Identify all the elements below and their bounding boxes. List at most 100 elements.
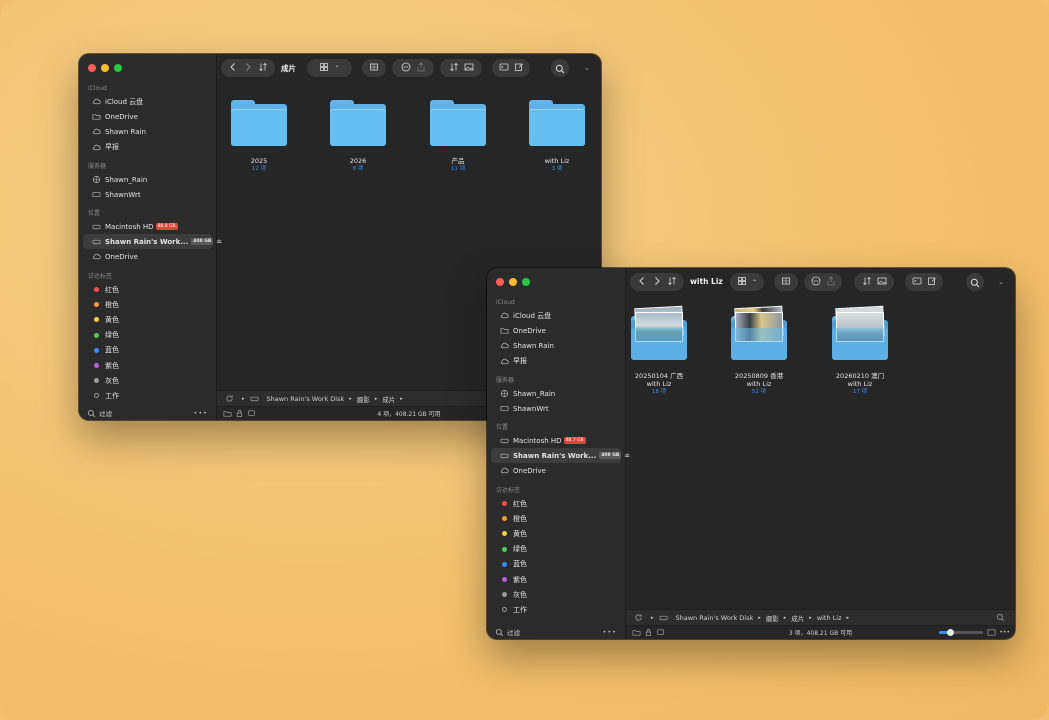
sidebar-item-icloud-drive[interactable]: iCloud 云盘 [83,94,212,109]
zoom-button[interactable] [522,278,530,286]
sidebar-tag-gray[interactable]: 灰色 [83,373,212,388]
chevron-right-icon[interactable] [652,276,662,288]
refresh-icon[interactable] [634,613,643,622]
group-button[interactable] [774,273,798,291]
sidebar-tag-gray[interactable]: 灰色 [491,587,621,602]
chevron-down-icon[interactable]: ⌄ [998,278,1004,286]
server-icon [500,389,509,398]
path-segment[interactable]: Shawn Rain's Work Disk [676,614,754,622]
lock-icon[interactable] [644,628,653,637]
sidebar-item-onedrive-location[interactable]: OneDrive [83,249,212,264]
folder-item[interactable]: 2026 8 项 [326,100,390,173]
sidebar-item-work-disk[interactable]: Shawn Rain's Work... 408 GB ⏏ [83,234,222,250]
sidebar-tag-blue[interactable]: 蓝色 [491,557,621,572]
icon-size-slider[interactable] [939,629,983,636]
image-icon[interactable] [877,276,887,288]
search-button[interactable] [966,273,984,291]
sidebar-tag-work[interactable]: 工作 [491,602,621,617]
comment-icon[interactable] [656,628,665,637]
comment-icon[interactable] [247,409,256,418]
sidebar-tag-green[interactable]: 绿色 [491,542,621,557]
path-segment[interactable]: with Liz [817,614,842,622]
sidebar-item-shawn-rain-server[interactable]: Shawn_Rain [83,172,212,187]
sidebar-item-zaobao[interactable]: 早报 [83,140,212,155]
close-button[interactable] [496,278,504,286]
lock-icon[interactable] [235,409,244,418]
sidebar-tag-blue[interactable]: 蓝色 [83,343,212,358]
group-grid-icon [369,62,379,74]
terminal-icon[interactable] [499,62,509,74]
chevron-left-icon[interactable] [637,276,647,288]
sidebar-item-shawn-rain[interactable]: Shawn Rain [83,124,212,139]
sort-icon[interactable] [258,62,268,74]
sidebar-item-onedrive[interactable]: OneDrive [491,323,621,338]
path-segment[interactable]: 成片 [382,394,395,404]
path-segment[interactable]: Shawn Rain's Work Disk [267,395,345,403]
image-icon[interactable] [464,62,474,74]
sidebar-item-onedrive[interactable]: OneDrive [83,109,212,124]
sidebar-item-work-disk[interactable]: Shawn Rain's Work... 408 GB ⏏ [491,448,630,464]
folder-item[interactable]: with Liz 3 项 [525,100,589,173]
group-button[interactable] [362,59,386,77]
more-icon[interactable] [811,276,821,288]
sidebar-item-zaobao[interactable]: 早报 [491,354,621,369]
close-button[interactable] [88,64,96,72]
path-search-icon[interactable] [996,613,1005,622]
chevron-down-icon[interactable]: ⌄ [584,64,590,72]
edit-icon[interactable] [514,62,524,74]
tag-dot-icon [500,514,509,523]
terminal-icon[interactable] [912,276,922,288]
minimize-button[interactable] [101,64,109,72]
sidebar-tag-yellow[interactable]: 黄色 [83,312,212,327]
minimize-button[interactable] [509,278,517,286]
sidebar-item-shawn-rain-server[interactable]: Shawn_Rain [491,386,621,401]
sidebar-item-macintosh-hd[interactable]: Macintosh HD 88.8 GB [83,219,212,234]
photo-folder-item[interactable]: 20260210 澳门 with Liz 17 项 [829,305,891,396]
share-icon[interactable] [416,62,426,74]
new-folder-icon[interactable] [632,628,641,637]
sidebar-item-label: 工作 [105,391,119,400]
path-segment[interactable]: 摄影 [357,394,370,404]
filter-label[interactable]: 过滤 [507,627,520,637]
folder-item[interactable]: 2025 12 项 [227,100,291,173]
sort-icon[interactable] [667,276,677,288]
photo-folder-item[interactable]: 20250809 香港 with Liz 52 项 [728,305,790,396]
view-mode-button[interactable]: ⌃ [307,59,352,77]
path-segment[interactable]: 成片 [791,613,804,623]
sidebar-tag-yellow[interactable]: 黄色 [491,526,621,541]
chevron-right-icon[interactable] [243,62,253,74]
sidebar-tag-red[interactable]: 红色 [83,282,212,297]
sidebar-tag-purple[interactable]: 紫色 [83,358,212,373]
sidebar-item-shawnwrt[interactable]: ShawnWrt [491,401,621,416]
sidebar-item-macintosh-hd[interactable]: Macintosh HD 88.7 GB [491,433,621,448]
sidebar-tag-orange[interactable]: 橙色 [491,511,621,526]
sidebar-item-shawn-rain[interactable]: Shawn Rain [491,338,621,353]
sidebar-tag-purple[interactable]: 紫色 [491,572,621,587]
new-folder-icon[interactable] [223,409,232,418]
path-segment[interactable]: 摄影 [766,613,779,623]
sidebar-tag-green[interactable]: 绿色 [83,328,212,343]
sidebar-item-icloud-drive[interactable]: iCloud 云盘 [491,308,621,323]
sidebar-tag-work[interactable]: 工作 [83,388,212,403]
sidebar-item-onedrive-location[interactable]: OneDrive [491,463,621,478]
more-options-icon[interactable]: ••• [999,629,1010,636]
search-button[interactable] [551,59,569,77]
filter-label[interactable]: 过滤 [99,408,112,418]
refresh-icon[interactable] [225,394,234,403]
edit-icon[interactable] [927,276,937,288]
chevron-left-icon[interactable] [228,62,238,74]
arrange-icon[interactable] [862,276,872,288]
sidebar-item-shawnwrt[interactable]: ShawnWrt [83,187,212,202]
more-options-icon[interactable]: ••• [602,628,617,636]
sidebar-tag-orange[interactable]: 橙色 [83,297,212,312]
more-icon[interactable] [401,62,411,74]
zoom-button[interactable] [114,64,122,72]
photo-folder-item[interactable]: 20250104 广西 with Liz 18 项 [628,305,690,396]
folder-item[interactable]: 产品 11 项 [426,100,490,173]
view-mode-button[interactable]: ⌃ [730,273,764,291]
preview-icon[interactable] [987,628,996,637]
share-icon[interactable] [826,276,836,288]
arrange-icon[interactable] [449,62,459,74]
sidebar-tag-red[interactable]: 红色 [491,496,621,511]
more-options-icon[interactable]: ••• [193,409,208,417]
